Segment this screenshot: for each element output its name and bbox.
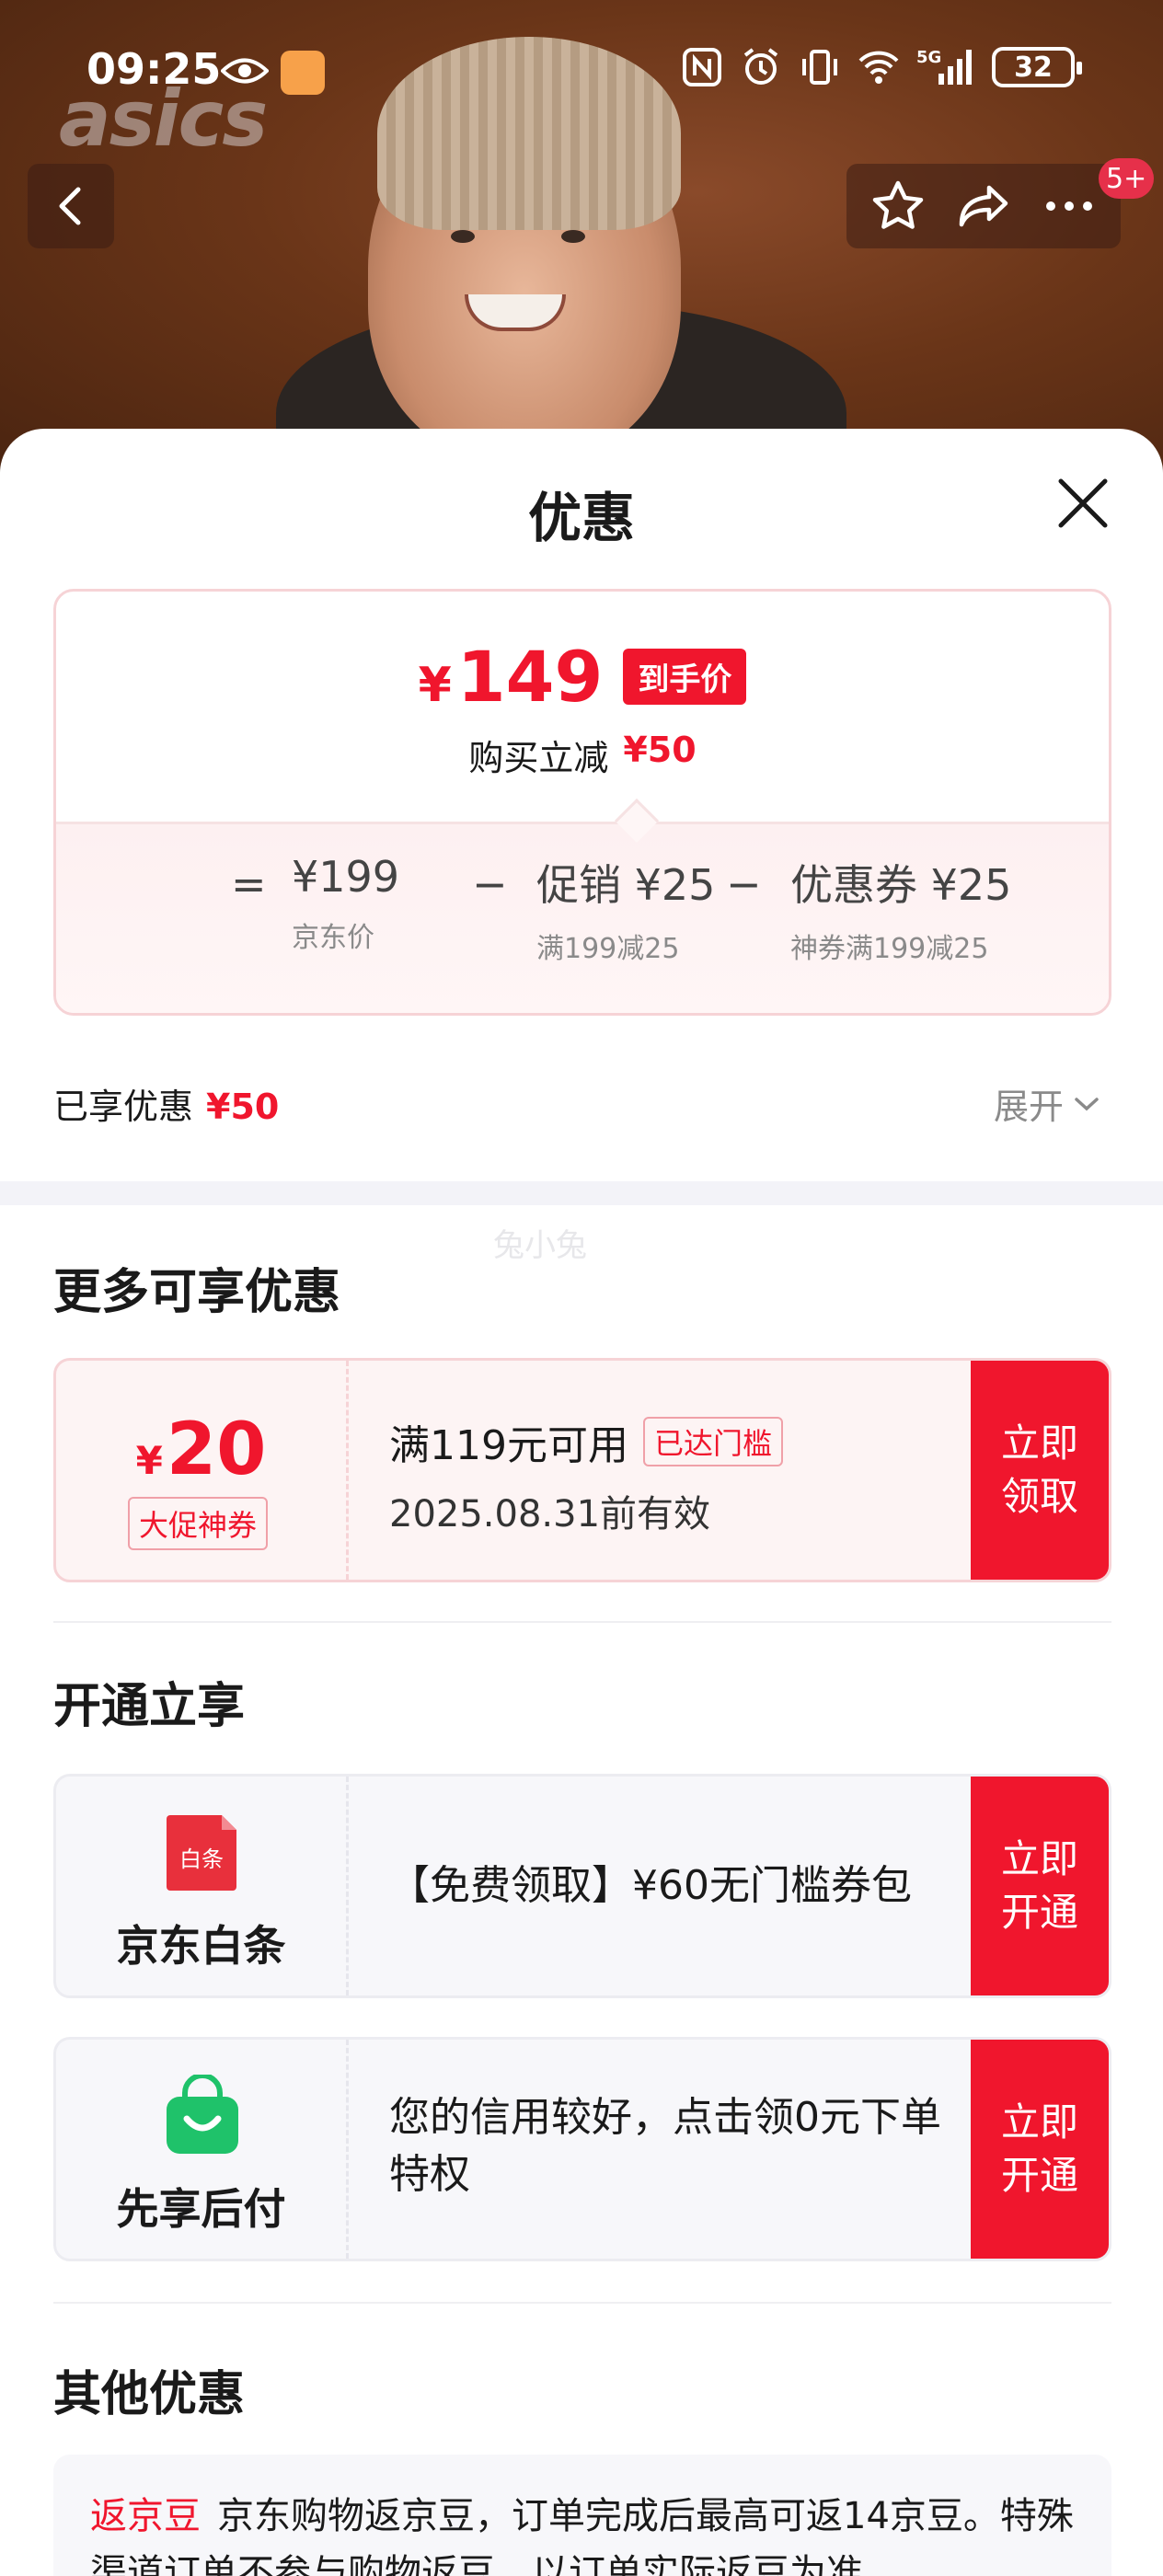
watermark: 兔小兔 (493, 1227, 587, 1264)
discount-sheet: 优惠 ¥149 到手价 购买立减 ¥50 = ¥199 京东价 − 促销 ¥25… (0, 429, 1163, 2576)
share-button[interactable] (951, 174, 1016, 238)
jingdou-description: 京东购物返京豆，订单完成后最高可返14京豆。特殊渠道订单不参与购物返豆，以订单实… (90, 2495, 1074, 2576)
eye-icon (221, 58, 269, 84)
coupon-expiry: 2025.08.31前有效 (389, 1493, 711, 1535)
coupon-label: 神券满199减25 (790, 933, 989, 965)
close-icon (1058, 478, 1108, 528)
more-dots-icon (1045, 201, 1092, 211)
divider (53, 2302, 1111, 2304)
chevron-left-icon (59, 187, 81, 225)
reduce-value: ¥50 (623, 730, 697, 770)
jingdou-tag: 返京豆 (90, 2495, 201, 2537)
final-price-tag: 到手价 (623, 649, 747, 705)
expand-button[interactable]: 展开 (994, 1078, 1100, 1129)
jd-price-value: ¥199 (292, 852, 400, 902)
promo-value: 促销 ¥25 (536, 860, 716, 910)
threshold-reached-badge: 已达门槛 (642, 1417, 783, 1466)
message-badge: 5+ (1099, 158, 1155, 199)
open-baitiao-button[interactable]: 立即开通 (971, 1777, 1109, 1995)
svg-text:5G: 5G (916, 48, 941, 67)
service-card-baitiao: 白条 京东白条 【免费领取】¥60无门槛券包 立即开通 (53, 1774, 1111, 1998)
section-divider (0, 1181, 1163, 1205)
open-enjoy-title: 开通立享 (53, 1679, 246, 1734)
service-description: 您的信用较好，点击领0元下单特权 (389, 2094, 941, 2198)
coupon-amount: ¥20 (135, 1409, 267, 1491)
price-breakdown: = ¥199 京东价 − 促销 ¥25 满199减25 − 优惠券 ¥25 神券… (56, 822, 1109, 1013)
signal-5g-icon: 5G (916, 48, 972, 85)
open-xianxiang-button[interactable]: 立即开通 (971, 2040, 1109, 2259)
share-icon (959, 185, 1008, 227)
more-button[interactable] (1037, 174, 1101, 238)
back-button[interactable] (28, 164, 114, 248)
hero-eye (561, 230, 585, 243)
more-discounts-title: 更多可享优惠 (53, 1265, 341, 1320)
top-action-group (846, 164, 1121, 248)
chevron-down-icon (1075, 1097, 1099, 1110)
final-price: ¥149 (418, 636, 604, 718)
coupon-value: 优惠券 ¥25 (790, 860, 1012, 910)
promo-label: 满199减25 (536, 933, 680, 965)
close-button[interactable] (1051, 471, 1115, 535)
service-description: 【免费领取】¥60无门槛券包 (389, 1862, 912, 1909)
claim-coupon-button[interactable]: 立即领取 (971, 1361, 1109, 1580)
service-name: 京东白条 (116, 1921, 286, 1971)
battery-icon: 32 (992, 47, 1082, 87)
breakdown-operator: = (231, 859, 267, 909)
divider (53, 1621, 1111, 1623)
final-price-card: ¥149 到手价 购买立减 ¥50 = ¥199 京东价 − 促销 ¥25 满1… (53, 589, 1111, 1016)
status-time: 09:25 (86, 44, 222, 94)
alarm-icon (743, 48, 778, 85)
sheet-title: 优惠 (527, 487, 635, 549)
service-card-xianxiang: 先享后付 您的信用较好，点击领0元下单特权 立即开通 (53, 2037, 1111, 2261)
other-discounts-title: 其他优惠 (53, 2367, 246, 2422)
breakdown-operator: − (726, 859, 762, 909)
favorite-button[interactable] (866, 174, 930, 238)
shopping-bag-icon (167, 2075, 238, 2154)
coupon-type-badge: 大促神券 (128, 1497, 269, 1550)
nfc-icon (683, 48, 721, 86)
enjoyed-discount: 已享优惠 ¥50 (53, 1087, 280, 1127)
service-name: 先享后付 (116, 2184, 286, 2234)
hero-eye (451, 230, 475, 243)
jingdou-card: 返京豆 京东购物返京豆，订单完成后最高可返14京豆。特殊渠道订单不参与购物返豆，以… (53, 2455, 1111, 2576)
svg-text:白条: 白条 (179, 1846, 224, 1872)
status-bar: 09:25 5G 32 (0, 0, 1163, 147)
coupon-card: ¥20 大促神券 满119元可用 已达门槛 2025.08.31前有效 立即领取 (53, 1358, 1111, 1582)
coupon-condition: 满119元可用 (389, 1422, 628, 1469)
app-notification-icon (281, 51, 325, 95)
star-icon (873, 180, 924, 229)
wifi-icon (858, 51, 899, 84)
vibrate-icon (802, 50, 837, 85)
reduce-label: 购买立减 (468, 738, 609, 778)
jd-price-label: 京东价 (292, 922, 374, 954)
breakdown-operator: − (472, 859, 508, 909)
baitiao-icon: 白条 (167, 1815, 236, 1891)
